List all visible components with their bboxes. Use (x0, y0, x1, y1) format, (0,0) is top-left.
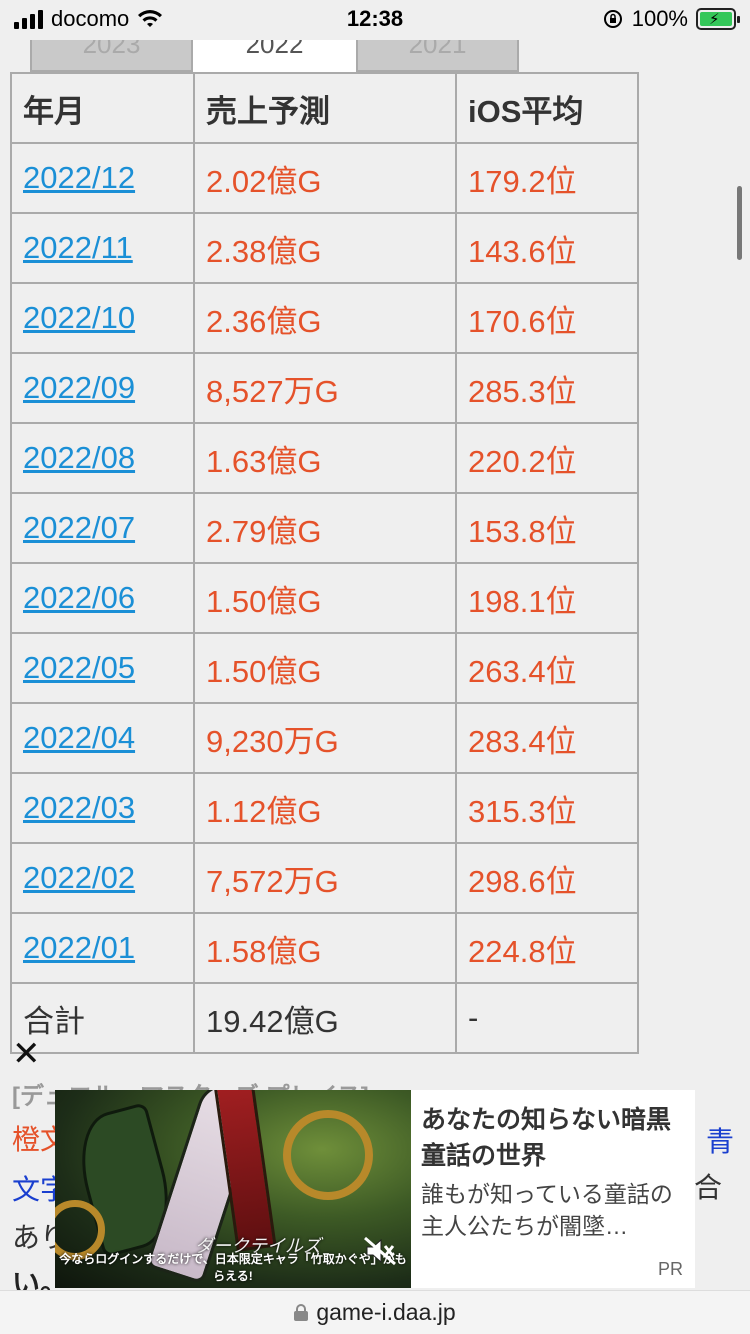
month-cell: 2022/07 (10, 492, 195, 564)
table-header-row: 年月 売上予測 iOS平均 (10, 72, 639, 144)
url-bar[interactable]: game-i.daa.jp (0, 1290, 750, 1334)
mute-icon[interactable] (363, 1236, 397, 1266)
ios-cell: 224.8位 (455, 912, 639, 984)
header-sales: 売上予測 (193, 72, 457, 144)
table-row: 2022/01 1.58億G 224.8位 (10, 912, 639, 984)
table-row: 2022/11 2.38億G 143.6位 (10, 212, 639, 284)
table-row: 2022/05 1.50億G 263.4位 (10, 632, 639, 704)
page: docomo 12:38 100% ⚡ 2023 2022 2021 年月 売上… (0, 0, 750, 1334)
table-row: 2022/12 2.02億G 179.2位 (10, 142, 639, 214)
rotation-lock-icon (603, 10, 622, 28)
sales-cell: 8,527万G (193, 352, 457, 424)
month-cell: 2022/05 (10, 632, 195, 704)
sales-cell: 1.50億G (193, 562, 457, 634)
scroll-indicator[interactable] (737, 186, 742, 260)
table-row: 2022/04 9,230万G 283.4位 (10, 702, 639, 774)
charging-bolt-icon: ⚡ (709, 11, 720, 28)
month-link[interactable]: 2022/02 (23, 860, 135, 895)
ad-text-block[interactable]: あなたの知らない暗黒童話の世界 誰もが知っている童話の主人公たちが闇墜… PR (411, 1090, 695, 1288)
month-link[interactable]: 2022/07 (23, 510, 135, 545)
table-total-row: 合計 19.42億G - (10, 982, 639, 1054)
url-domain[interactable]: game-i.daa.jp (316, 1299, 455, 1325)
header-month: 年月 (10, 72, 195, 144)
ad-description: 誰もが知っている童話の主人公たちが闇墜… (421, 1181, 673, 1239)
sales-cell: 1.50億G (193, 632, 457, 704)
ios-cell: 198.1位 (455, 562, 639, 634)
total-ios: - (455, 982, 639, 1054)
ad-banner[interactable]: ダークテイルズ 今ならログインするだけで、日本限定キャラ「竹取かぐや」がもらえる… (55, 1090, 695, 1288)
month-link[interactable]: 2022/01 (23, 930, 135, 965)
month-link[interactable]: 2022/10 (23, 300, 135, 335)
article-text-right-2: 合 (694, 1172, 723, 1203)
sales-cell: 1.58億G (193, 912, 457, 984)
month-link[interactable]: 2022/09 (23, 370, 135, 405)
month-cell: 2022/11 (10, 212, 195, 284)
month-cell: 2022/03 (10, 772, 195, 844)
table-row: 2022/07 2.79億G 153.8位 (10, 492, 639, 564)
battery-icon: ⚡ (696, 8, 740, 30)
ios-cell: 179.2位 (455, 142, 639, 214)
ios-cell: 153.8位 (455, 492, 639, 564)
table-row: 2022/10 2.36億G 170.6位 (10, 282, 639, 354)
month-link[interactable]: 2022/03 (23, 790, 135, 825)
month-cell: 2022/04 (10, 702, 195, 774)
month-cell: 2022/01 (10, 912, 195, 984)
battery-percent: 100% (631, 6, 688, 31)
ios-cell: 298.6位 (455, 842, 639, 914)
sales-cell: 7,572万G (193, 842, 457, 914)
month-cell: 2022/12 (10, 142, 195, 214)
table-row: 2022/08 1.63億G 220.2位 (10, 422, 639, 494)
sales-cell: 2.79億G (193, 492, 457, 564)
month-link[interactable]: 2022/06 (23, 580, 135, 615)
month-link[interactable]: 2022/12 (23, 160, 135, 195)
ios-cell: 285.3位 (455, 352, 639, 424)
status-right: 100% ⚡ (602, 6, 740, 32)
ad-title[interactable]: あなたの知らない暗黒童話の世界 (421, 1102, 685, 1174)
ad-pr-label: PR (657, 1259, 683, 1279)
month-cell: 2022/02 (10, 842, 195, 914)
ios-cell: 220.2位 (455, 422, 639, 494)
table-row: 2022/03 1.12億G 315.3位 (10, 772, 639, 844)
ios-cell: 263.4位 (455, 632, 639, 704)
month-cell: 2022/08 (10, 422, 195, 494)
sales-table: 年月 売上予測 iOS平均 2022/12 2.02億G 179.2位 2022… (10, 72, 639, 1054)
month-link[interactable]: 2022/04 (23, 720, 135, 755)
month-cell: 2022/09 (10, 352, 195, 424)
month-link[interactable]: 2022/05 (23, 650, 135, 685)
month-link[interactable]: 2022/11 (23, 230, 133, 265)
table-row: 2022/09 8,527万G 285.3位 (10, 352, 639, 424)
total-sales: 19.42億G (193, 982, 457, 1054)
sales-cell: 2.02億G (193, 142, 457, 214)
ios-cell: 143.6位 (455, 212, 639, 284)
status-bar: docomo 12:38 100% ⚡ (0, 0, 750, 40)
lock-icon (294, 1304, 309, 1321)
table-row: 2022/06 1.50億G 198.1位 (10, 562, 639, 634)
ios-cell: 283.4位 (455, 702, 639, 774)
sales-cell: 9,230万G (193, 702, 457, 774)
article-text-right-1: 青 (706, 1126, 735, 1157)
header-ios: iOS平均 (455, 72, 639, 144)
month-link[interactable]: 2022/08 (23, 440, 135, 475)
month-cell: 2022/06 (10, 562, 195, 634)
sales-cell: 2.36億G (193, 282, 457, 354)
ad-image-caption: 今ならログインするだけで、日本限定キャラ「竹取かぐや」がもらえる! (59, 1252, 407, 1283)
sales-cell: 2.38億G (193, 212, 457, 284)
sales-cell: 1.12億G (193, 772, 457, 844)
ios-cell: 315.3位 (455, 772, 639, 844)
sales-cell: 1.63億G (193, 422, 457, 494)
ad-close-icon[interactable]: ✕ (12, 1037, 41, 1071)
ios-cell: 170.6位 (455, 282, 639, 354)
month-cell: 2022/10 (10, 282, 195, 354)
table-row: 2022/02 7,572万G 298.6位 (10, 842, 639, 914)
ad-image[interactable]: ダークテイルズ 今ならログインするだけで、日本限定キャラ「竹取かぐや」がもらえる… (55, 1090, 411, 1288)
